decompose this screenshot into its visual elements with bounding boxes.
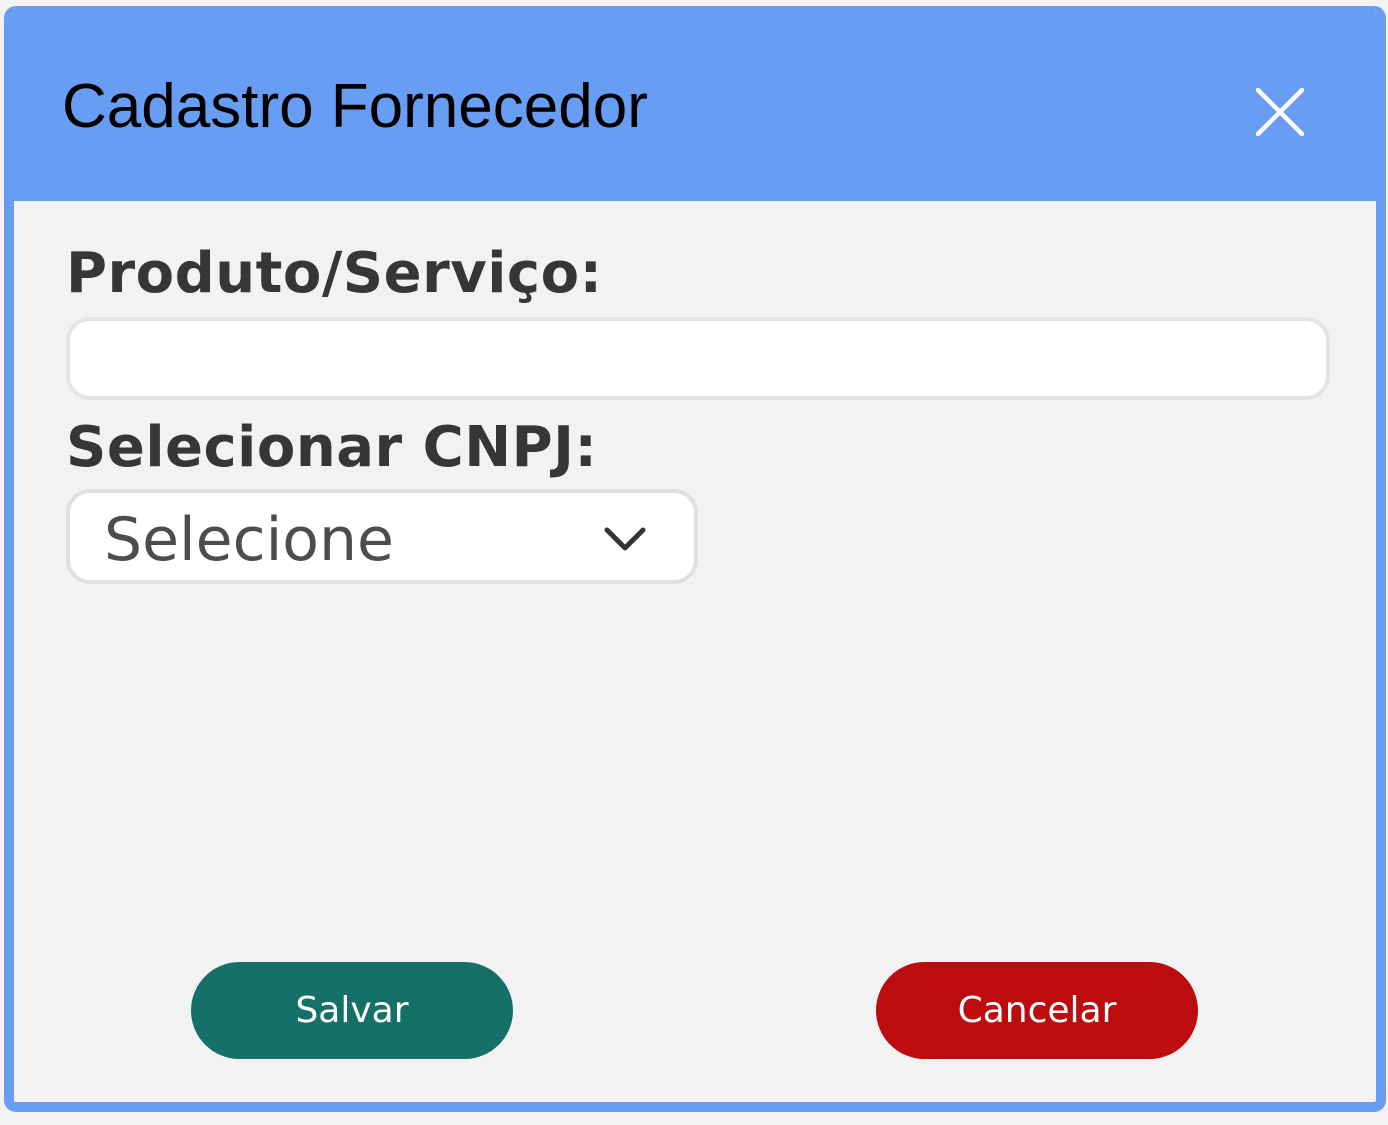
supplier-dialog: Cadastro Fornecedor Produto/Serviço: Sel… [4, 6, 1386, 1112]
cancel-button[interactable]: Cancelar [876, 962, 1198, 1059]
chevron-down-icon [602, 523, 648, 555]
produto-servico-label: Produto/Serviço: [66, 241, 603, 306]
dialog-title: Cadastro Fornecedor [62, 72, 648, 141]
produto-servico-input[interactable] [66, 317, 1330, 400]
close-button[interactable] [1250, 82, 1310, 142]
cnpj-select[interactable]: Selecione [66, 489, 698, 584]
close-icon [1255, 87, 1305, 137]
save-button[interactable]: Salvar [191, 962, 513, 1059]
cnpj-label: Selecionar CNPJ: [66, 415, 598, 480]
cnpj-select-value: Selecione [104, 505, 394, 575]
dialog-header: Cadastro Fornecedor [14, 6, 1376, 201]
